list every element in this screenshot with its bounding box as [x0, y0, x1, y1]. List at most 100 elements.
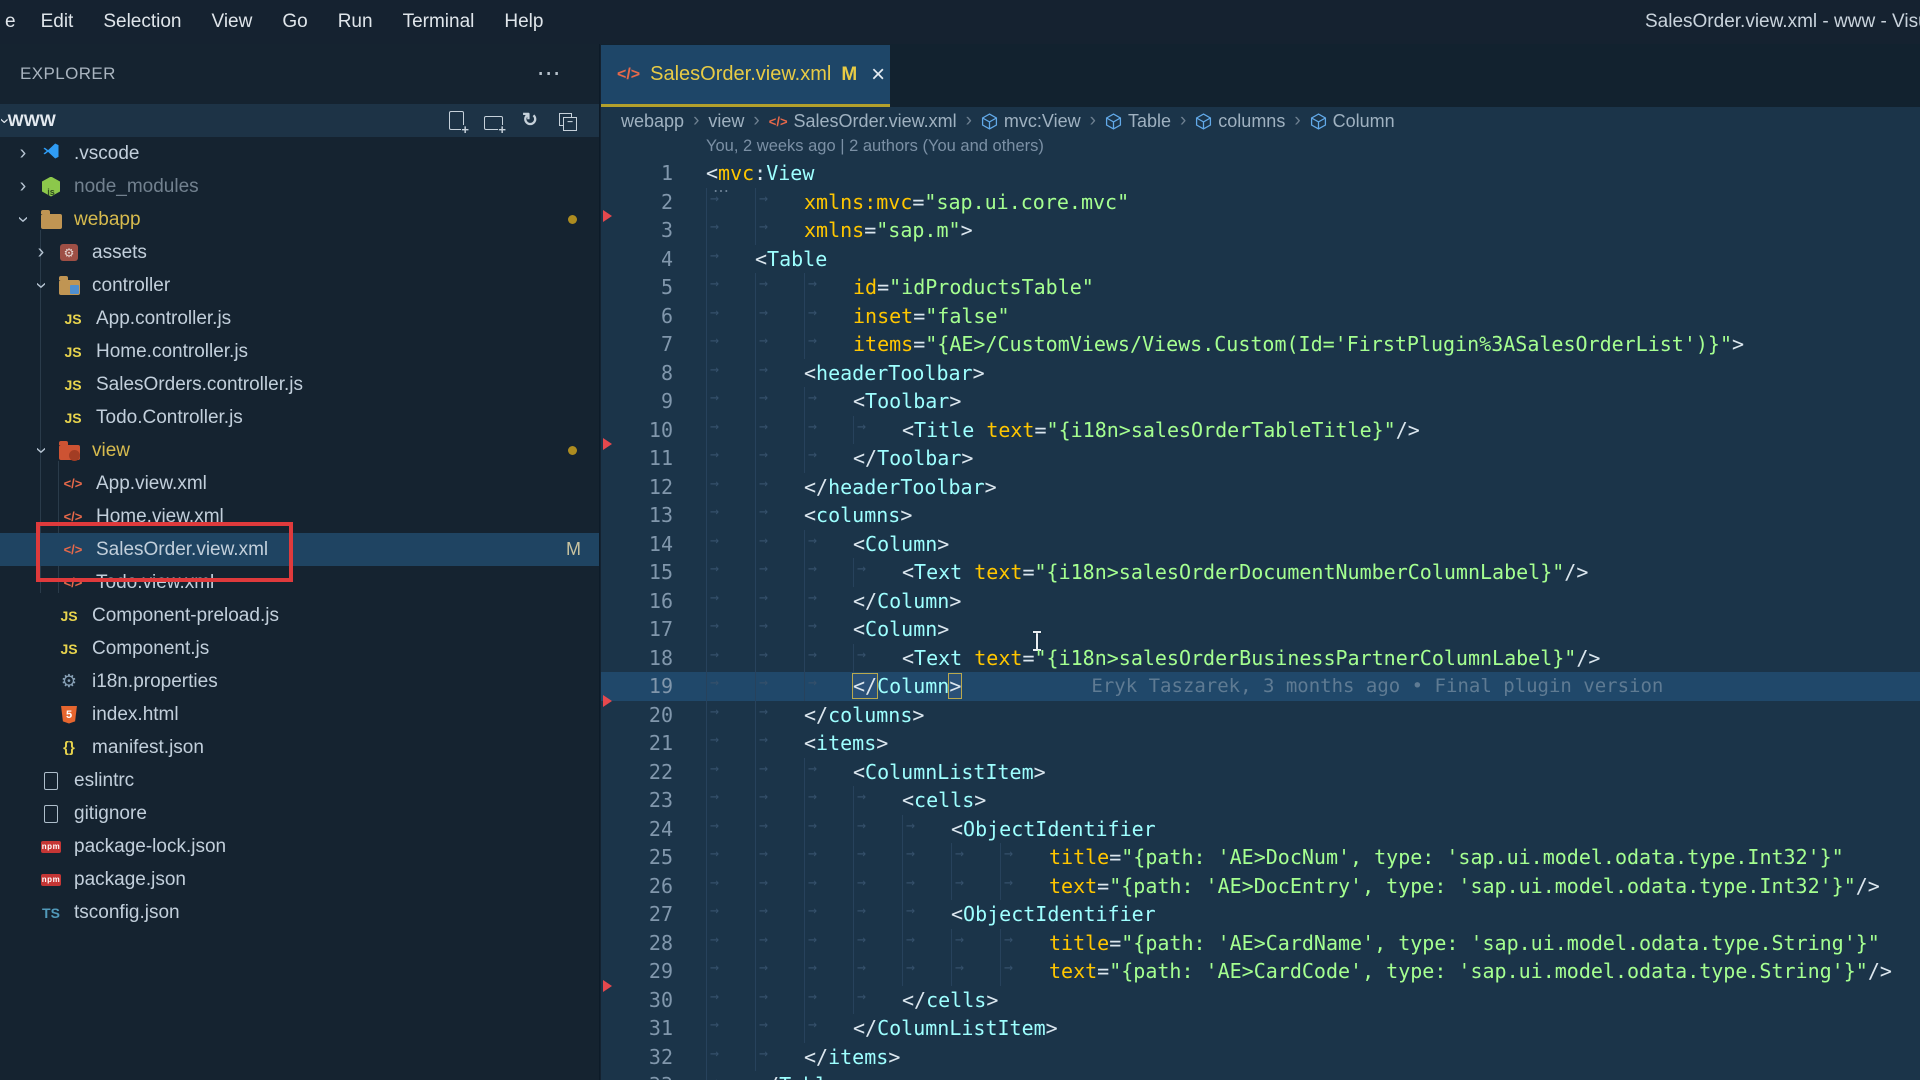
breadcrumb-item-table[interactable]: Table — [1105, 111, 1171, 132]
code-line-21[interactable]: 21 <items> — [601, 729, 1920, 758]
line-number[interactable]: 18 — [601, 646, 673, 670]
code-line-17[interactable]: 17 <Column> — [601, 615, 1920, 644]
tree-item-todo-controller-js[interactable]: JS Todo.Controller.js — [0, 401, 599, 434]
line-number[interactable]: 27 — [601, 902, 673, 926]
tree-item-app-controller-js[interactable]: JS App.controller.js — [0, 302, 599, 335]
code-line-2[interactable]: 2xmlns:mvc="sap.ui.core.mvc" — [601, 187, 1920, 216]
line-number[interactable]: 17 — [601, 617, 673, 641]
code-line-12[interactable]: 12 </headerToolbar> — [601, 472, 1920, 501]
code-line-26[interactable]: 26 text="{path: 'AE>DocEntry', type: 'sap… — [601, 871, 1920, 900]
code-line-29[interactable]: 29text="{path: 'AE>CardCode', type: 'sap… — [601, 957, 1920, 986]
explorer-more-icon[interactable]: ⋯ — [537, 62, 561, 86]
tree-item-view[interactable]: › view — [0, 434, 599, 467]
line-number[interactable]: 23 — [601, 788, 673, 812]
code-line-3[interactable]: 3xmlns="sap.m"> — [601, 216, 1920, 245]
line-number[interactable]: 13 — [601, 503, 673, 527]
line-number[interactable]: 21 — [601, 731, 673, 755]
tab-salesorder-view-xml[interactable]: </> SalesOrder.view.xml M × — [601, 45, 890, 107]
tree-item-component-preload-js[interactable]: JS Component-preload.js — [0, 599, 599, 632]
code-line-15[interactable]: 15 <Text text="{i18n>salesOrderDocumentNu… — [601, 558, 1920, 587]
chevron-down-icon[interactable]: › — [12, 211, 35, 229]
line-number[interactable]: 33 — [601, 1073, 673, 1080]
tree-item-index-html[interactable]: 5 index.html — [0, 698, 599, 731]
code-line-25[interactable]: 25 title="{path: 'AE>DocNum', type: 'sap.… — [601, 843, 1920, 872]
code-line-27[interactable]: 27 <ObjectIdentifier — [601, 900, 1920, 929]
line-number[interactable]: 25 — [601, 845, 673, 869]
line-number[interactable]: 5 — [601, 275, 673, 299]
close-icon[interactable]: × — [871, 62, 885, 86]
tree-item-eslintrc[interactable]: eslintrc — [0, 764, 599, 797]
code-line-10[interactable]: 10<Title text="{i18n>salesOrderTableTitl… — [601, 415, 1920, 444]
tree-item-component-js[interactable]: JS Component.js — [0, 632, 599, 665]
code-line-11[interactable]: 11</Toolbar> — [601, 444, 1920, 473]
code-line-8[interactable]: 8 <headerToolbar> — [601, 358, 1920, 387]
tree-item-gitignore[interactable]: gitignore — [0, 797, 599, 830]
workspace-section-header[interactable]: › WWW ↻ — [0, 104, 599, 137]
collapse-all-icon[interactable] — [557, 111, 577, 131]
menu-item-terminal[interactable]: Terminal — [388, 11, 490, 33]
code-line-16[interactable]: 16 </Column> — [601, 586, 1920, 615]
code-line-13[interactable]: 13 <columns> — [601, 501, 1920, 530]
menu-item-run[interactable]: Run — [323, 11, 388, 33]
code-line-24[interactable]: 24 <ObjectIdentifier — [601, 814, 1920, 843]
menu-item-selection[interactable]: Selection — [88, 11, 196, 33]
code-line-4[interactable]: 4 <Table — [601, 244, 1920, 273]
code-line-1[interactable]: 1 < mvc: View — [601, 159, 1920, 188]
breadcrumb-item-column[interactable]: Column — [1310, 111, 1395, 132]
tree-item-assets[interactable]: › ⚙ assets — [0, 236, 599, 269]
breadcrumb-item-view[interactable]: view — [708, 111, 744, 132]
tree-item-node-modules[interactable]: › js node_modules — [0, 170, 599, 203]
line-number[interactable]: 31 — [601, 1016, 673, 1040]
code-line-9[interactable]: 9 <Toolbar> — [601, 387, 1920, 416]
tree-item-salesorders-controller-js[interactable]: JS SalesOrders.controller.js — [0, 368, 599, 401]
line-number[interactable]: 7 — [601, 332, 673, 356]
breadcrumb-item-columns[interactable]: columns — [1195, 111, 1285, 132]
code-line-6[interactable]: 6 inset="false" — [601, 301, 1920, 330]
new-file-icon[interactable] — [446, 111, 469, 135]
code-line-14[interactable]: 14 <Column> — [601, 529, 1920, 558]
menu-item-edit[interactable]: Edit — [26, 11, 89, 33]
line-number[interactable]: 15 — [601, 560, 673, 584]
line-number[interactable]: 12 — [601, 475, 673, 499]
tree-item-webapp[interactable]: › webapp — [0, 203, 599, 236]
code-line-22[interactable]: 22 <ColumnListItem> — [601, 757, 1920, 786]
line-number[interactable]: 4 — [601, 247, 673, 271]
code-line-23[interactable]: 23 <cells> — [601, 786, 1920, 815]
tree-item-vscode[interactable]: › .vscode — [0, 137, 599, 170]
menu-item-e[interactable]: e — [0, 11, 26, 33]
menu-item-go[interactable]: Go — [267, 11, 322, 33]
line-number[interactable]: 6 — [601, 304, 673, 328]
line-number[interactable]: 8 — [601, 361, 673, 385]
line-number[interactable]: 26 — [601, 874, 673, 898]
tree-item-controller[interactable]: › controller — [0, 269, 599, 302]
tree-item-package-json[interactable]: npm package.json — [0, 863, 599, 896]
tree-item-package-lock-json[interactable]: npm package-lock.json — [0, 830, 599, 863]
tree-item-tsconfig-json[interactable]: TS tsconfig.json — [0, 896, 599, 929]
code-line-5[interactable]: 5 id="idProductsTable" — [601, 273, 1920, 302]
chevron-right-icon[interactable]: › — [32, 241, 50, 264]
menu-item-view[interactable]: View — [197, 11, 268, 33]
code-line-28[interactable]: 28 title="{path: 'AE>CardName', type: 'sa… — [601, 928, 1920, 957]
breadcrumb-item-webapp[interactable]: webapp — [621, 111, 684, 132]
line-number[interactable]: 22 — [601, 760, 673, 784]
breadcrumb-item-salesorder-view-xml[interactable]: </> SalesOrder.view.xml — [769, 111, 957, 132]
line-number[interactable]: 16 — [601, 589, 673, 613]
codelens-annotation[interactable]: You, 2 weeks ago | 2 authors (You and ot… — [706, 137, 1044, 156]
line-number[interactable]: 9 — [601, 389, 673, 413]
tree-item-manifest-json[interactable]: {} manifest.json — [0, 731, 599, 764]
code-editor[interactable]: You, 2 weeks ago | 2 authors (You and ot… — [601, 135, 1920, 1080]
chevron-down-icon[interactable]: › — [30, 277, 53, 295]
line-number[interactable]: 32 — [601, 1045, 673, 1069]
line-number[interactable]: 1 — [601, 161, 673, 185]
code-line-32[interactable]: 32 </items> — [601, 1042, 1920, 1071]
breadcrumb-item-mvc-view[interactable]: mvc:View — [981, 111, 1081, 132]
code-line-31[interactable]: 31 </ColumnListItem> — [601, 1014, 1920, 1043]
tree-item-i18n-properties[interactable]: ⚙ i18n.properties — [0, 665, 599, 698]
code-line-19[interactable]: 19</Column>Eryk Taszarek, 3 months ago •… — [601, 672, 1920, 701]
code-line-30[interactable]: 30</cells> — [601, 985, 1920, 1014]
line-number[interactable]: 14 — [601, 532, 673, 556]
chevron-right-icon[interactable]: › — [14, 175, 32, 198]
code-line-18[interactable]: 18 <Text text="{i18n>salesOrderBusinessPa… — [601, 643, 1920, 672]
line-number[interactable]: 28 — [601, 931, 673, 955]
chevron-right-icon[interactable]: › — [14, 142, 32, 165]
